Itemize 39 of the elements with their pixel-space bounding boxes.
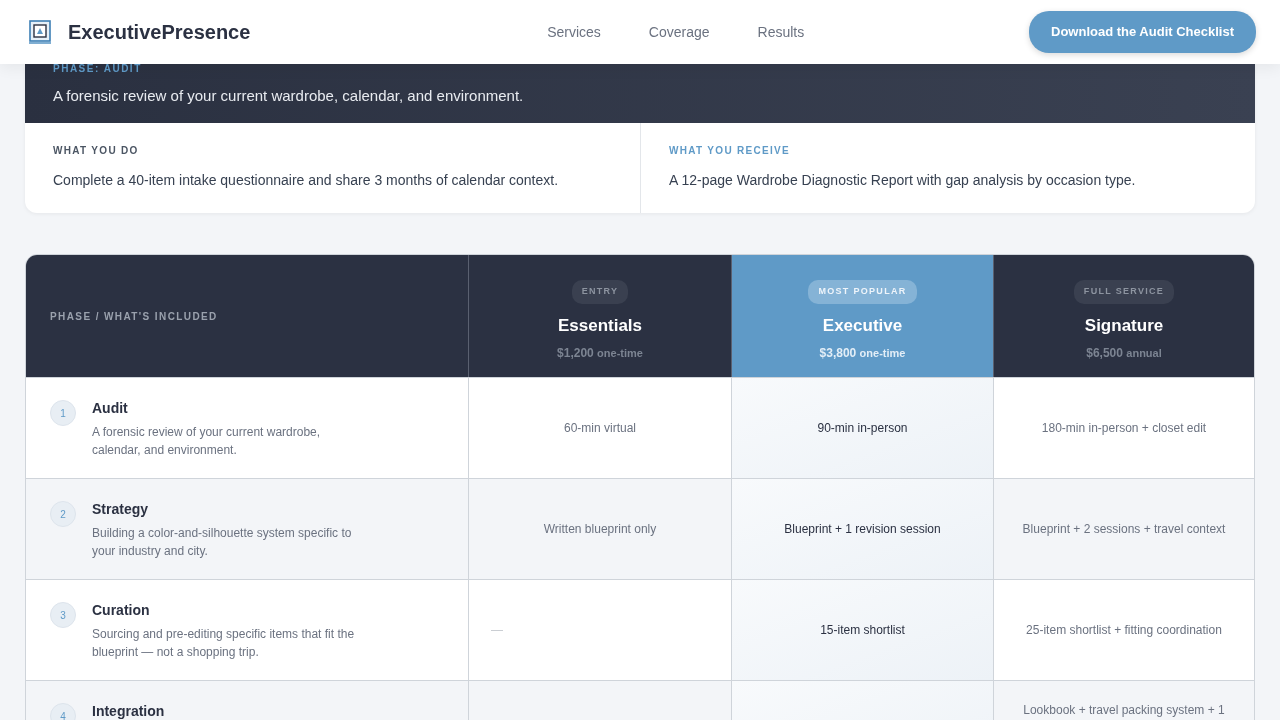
- phase-description: A forensic review of your current wardrobe, calendar, and environment.: [92, 424, 322, 459]
- download-button[interactable]: Download the Audit Checklist: [1029, 11, 1256, 53]
- phase-title: Audit: [92, 399, 129, 418]
- nav-link[interactable]: Results: [757, 21, 805, 43]
- table-cell: 15-item shortlist: [731, 579, 993, 680]
- tier-name: Executive: [822, 314, 903, 337]
- phase-description: A forensic review of your current wardrobe, calendar, and environment.: [53, 86, 525, 106]
- tier-name: Essentials: [557, 314, 643, 337]
- tier-badge: MOST POPULAR: [808, 280, 917, 304]
- phase-description: Sourcing and pre-editing specific items that fit the blueprint — not a shopping trip.: [92, 626, 356, 661]
- tier-badge: FULL SERVICE: [1073, 280, 1175, 304]
- phase-title: Integration: [92, 702, 165, 720]
- step-number: 1: [50, 400, 76, 426]
- phase-label: PHASE: AUDIT: [53, 64, 143, 74]
- table-cell: Written blueprint only: [468, 478, 731, 579]
- section-label: WHAT YOU RECEIVE: [669, 144, 791, 158]
- section-text: A 12-page Wardrobe Diagnostic Report with gap analysis by occasion type.: [669, 171, 1137, 190]
- logo-icon: [28, 19, 52, 45]
- phase-description: Building a color-and-silhouette system specific to your industry and city.: [92, 525, 353, 560]
- tier-price: $6,500 annual: [1086, 345, 1162, 362]
- nav-link[interactable]: Services: [547, 21, 601, 43]
- column-heading: PHASE / WHAT'S INCLUDED: [50, 309, 218, 324]
- table-cell: Lookbook + travel packing system + 1: [993, 680, 1254, 720]
- tier-badge: ENTRY: [571, 280, 629, 304]
- table-cell: 90-min in-person: [731, 377, 993, 478]
- step-number: 4: [50, 703, 76, 720]
- step-number: 3: [50, 602, 76, 628]
- tier-name: Signature: [1084, 314, 1164, 337]
- phase-title: Strategy: [92, 500, 150, 519]
- phase-title: Curation: [92, 601, 151, 620]
- brand-name[interactable]: ExecutivePresence: [68, 17, 251, 47]
- tier-price: $1,200 one-time: [557, 345, 643, 362]
- section-label: WHAT YOU DO: [53, 144, 140, 158]
- tier-price: $3,800 one-time: [819, 345, 906, 362]
- table-cell: Blueprint + 1 revision session: [731, 478, 993, 579]
- nav-link[interactable]: Coverage: [648, 21, 710, 43]
- section-text: Complete a 40-item intake questionnaire and share 3 months of calendar context.: [53, 171, 560, 190]
- step-number: 2: [50, 501, 76, 527]
- table-cell: Blueprint + 2 sessions + travel context: [993, 478, 1254, 579]
